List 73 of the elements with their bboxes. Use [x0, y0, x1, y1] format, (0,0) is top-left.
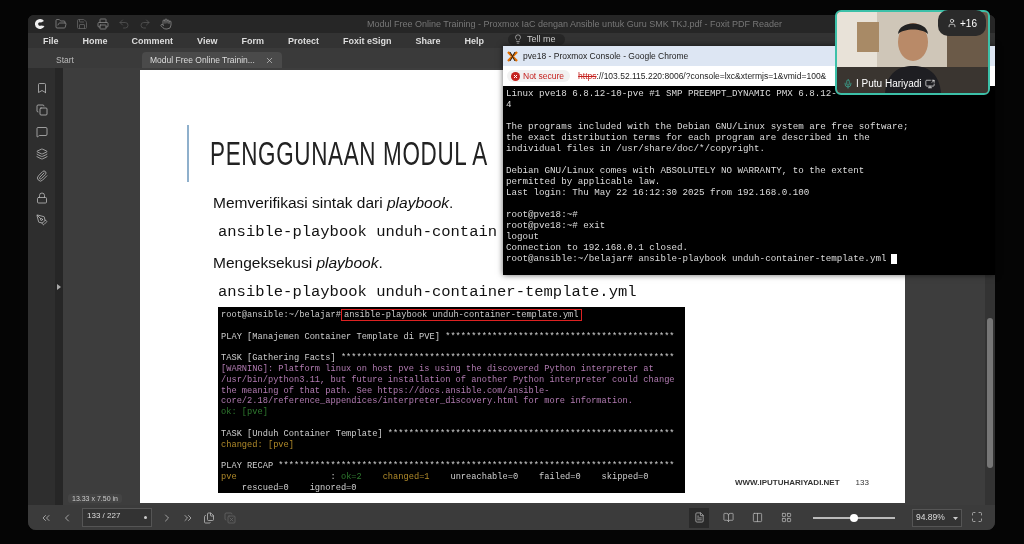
slide-title: PENGGUNAAN MODUL A: [210, 134, 488, 173]
terminal-line: Last login: Thu May 22 16:12:30 2025 from 192.168.0.100: [506, 187, 810, 198]
paperclip-icon[interactable]: [35, 170, 48, 182]
layers-icon[interactable]: [35, 148, 48, 160]
slide-text: Memverifikasi sintak dari playbook.: [213, 193, 454, 213]
pages-icon[interactable]: [35, 104, 48, 116]
menu-item[interactable]: Protect: [287, 35, 333, 46]
microphone-icon: [843, 78, 853, 89]
terminal-line: root@ansible:~/belajar# ansible-playbook unduh-container-template.yml: [506, 253, 898, 264]
code-line: ansible-playbook unduh-contain: [218, 222, 498, 243]
page-number-field[interactable]: 133 / 227: [82, 508, 152, 527]
terminal-line: individual files in /usr/share/doc/*/copyright.: [506, 143, 766, 154]
terminal-line: Connection to 192.168.0.1 closed.: [506, 242, 688, 253]
terminal-line: Linux pve18 6.8.12-10-pve #1 SMP PREEMPT_DYNAMIC PMX 6.8.12-: [506, 88, 837, 99]
menu-item[interactable]: Foxit eSign: [342, 35, 406, 46]
open-folder-icon[interactable]: [55, 18, 67, 30]
terminal-line: the exact distribution terms for each program are described in the: [506, 132, 870, 143]
slider-thumb[interactable]: [850, 513, 858, 522]
slide-number: 133: [855, 478, 869, 487]
terminal-screenshot: root@ansible:~/belajar# ansible-playbook unduh-container-template.yml PLAY [Manajemen Container Template di PVE] ******************************************** TASK [Gathering Facts] **************************************************************** [WARNING]: Platform linux on host pve is using the discovered Python interpreter at /usr/bin/python3.11, but future installation of another Python interpreter could change the meaning of that path. See https://docs.ansible.com/ansible- core/2.18/reference_appendices/interpreter_discovery.html for more information. ok: [pve] TASK [Unduh Container Template] ******************************************************* changed: [pve] PLAY RECAP **************************************************************************** pve : ok=2 changed=1 unreachable=0 failed=0 skipped=0 rescued=0 ignored=0: [218, 307, 685, 493]
menu-item[interactable]: Comment: [131, 35, 188, 46]
menu-item[interactable]: Home: [82, 35, 122, 46]
terminal-line: The programs included with the Debian GNU/Linux system are free software;: [506, 121, 909, 132]
zoom-field[interactable]: 94.89%: [912, 508, 962, 527]
terminal-line: root@pve18:~#: [506, 209, 578, 220]
facing-pages-icon: [751, 512, 763, 523]
terminal-line: 4: [506, 99, 512, 110]
url-field[interactable]: https://103.52.115.220:8006/?console=lxc&xtermjs=1&vmid=100&: [578, 71, 827, 81]
single-page-icon: [693, 512, 705, 523]
text-cursor: [891, 253, 898, 264]
window-title: Modul Free Online Training - Proxmox IaC dengan Ansible untuk Guru SMK TKJ.pdf - Foxit PDF Reader: [367, 19, 783, 29]
terminal-line: Debian GNU/Linux comes with ABSOLUTELY NO WARRANTY, to the extent: [506, 165, 865, 176]
participant-name: I Putu Hariyadi: [856, 78, 922, 89]
menu-item[interactable]: Share: [415, 35, 455, 46]
lock-icon[interactable]: [35, 192, 48, 204]
terminal-line: logout: [506, 231, 540, 242]
document-tab[interactable]: Start: [48, 52, 82, 68]
menu-item[interactable]: Form: [241, 35, 278, 46]
website-footer: WWW.IPUTUHARIYADI.NET: [735, 478, 840, 487]
terminal-line: permitted by applicable law.: [506, 176, 661, 187]
person-icon: [947, 18, 957, 28]
share-icon: [924, 78, 935, 89]
proxmox-logo-icon: [507, 50, 518, 62]
warning-icon: [511, 71, 520, 81]
view-mode-button[interactable]: [689, 507, 709, 528]
menu-item[interactable]: Help: [464, 35, 498, 46]
save-icon[interactable]: [76, 18, 88, 30]
print-icon[interactable]: [97, 18, 109, 30]
zoom-slider[interactable]: [813, 516, 895, 519]
security-chip[interactable]: Not secure: [507, 70, 571, 82]
menu-item[interactable]: File: [43, 35, 73, 46]
caret-icon: [953, 516, 958, 520]
expand-arrow-icon[interactable]: [57, 283, 61, 290]
slide-text: Mengeksekusi playbook.: [213, 253, 383, 273]
menu-item[interactable]: View: [197, 35, 232, 46]
hand-icon[interactable]: [160, 18, 172, 30]
tell-me-search[interactable]: Tell me: [507, 33, 566, 45]
pen-icon[interactable]: [35, 214, 48, 226]
lightbulb-icon: [512, 34, 523, 44]
bookmark-icon[interactable]: [35, 82, 48, 94]
comment-icon[interactable]: [35, 126, 48, 138]
document-tab[interactable]: Modul Free Online Trainin...: [141, 52, 282, 68]
app-logo-icon: [34, 18, 46, 30]
pages-icon[interactable]: [203, 511, 215, 524]
fullscreen-icon[interactable]: [971, 510, 983, 523]
dropdown-dot-icon: [144, 516, 147, 519]
grid-pages-icon: [780, 512, 792, 523]
browser-window-title: pve18 - Proxmox Console - Google Chrome: [523, 51, 689, 61]
terminal-line: root@pve18:~# exit: [506, 220, 606, 231]
participants-badge[interactable]: +16: [938, 10, 986, 36]
continuous-page-icon: [722, 512, 734, 523]
close-icon[interactable]: [264, 55, 274, 65]
code-line: ansible-playbook unduh-container-template.yml: [218, 282, 637, 303]
